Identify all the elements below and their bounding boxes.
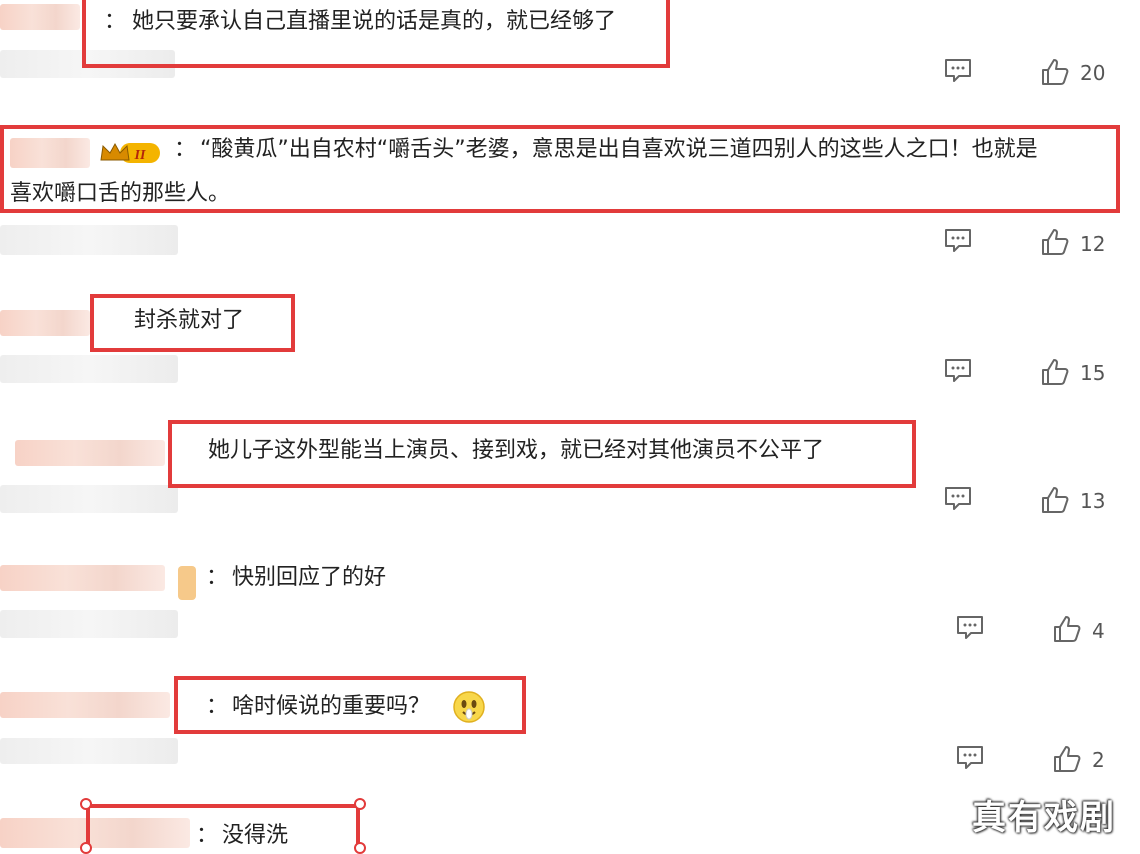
blurred-username [0,310,90,336]
watermark: 真有戏剧 [972,798,1116,838]
thumbs-up-icon[interactable] [1040,357,1070,387]
selection-handle[interactable] [354,798,366,810]
blurred-username [0,565,165,591]
comment-text: ：她只要承认自己直播里说的话是真的，就已经够了 [104,9,617,34]
blurred-timestamp [0,610,178,638]
blurred-timestamp [0,225,178,255]
thumbs-up-icon[interactable] [1052,744,1082,774]
reply-icon[interactable] [943,485,973,513]
blurred-timestamp [0,485,178,513]
comment-text: ：啥时候说的重要吗？ [206,694,431,719]
thumbs-up-icon[interactable] [1040,485,1070,515]
blurred-timestamp [0,355,178,383]
thumbs-up-icon[interactable] [1040,57,1070,87]
like-count: 12 [1080,232,1106,256]
like-count: 20 [1080,61,1106,85]
reply-icon[interactable] [943,227,973,255]
reply-icon[interactable] [943,57,973,85]
like-count: 13 [1080,489,1106,513]
selection-handle[interactable] [354,842,366,854]
blurred-username [15,440,165,466]
comment-text: ：没得洗 [196,823,289,848]
reply-icon[interactable] [943,357,973,385]
avatar [178,566,196,600]
like-count: 4 [1092,619,1105,643]
thumbs-up-icon[interactable] [1040,227,1070,257]
comment-text: ：快别回应了的好 [206,565,387,590]
like-count: 15 [1080,361,1106,385]
comment-text: 她儿子这外型能当上演员、接到戏，就已经对其他演员不公平了 [208,438,825,463]
selection-handle[interactable] [80,842,92,854]
like-count: 2 [1092,748,1105,772]
blurred-username [0,692,170,718]
comment-text-line2: 喜欢嚼口舌的那些人。 [10,181,231,206]
reply-icon[interactable] [955,744,985,772]
reply-icon[interactable] [955,614,985,642]
selection-handle[interactable] [80,798,92,810]
blurred-username [0,4,80,30]
blurred-timestamp [0,738,178,764]
comment-text: 封杀就对了 [134,308,245,333]
thumbs-up-icon[interactable] [1052,614,1082,644]
emoji-icon [453,691,485,723]
comment-text-line1: ： “酸黄瓜”出自农村“嚼舌头”老婆，意思是出自喜欢说三道四别人的这些人之口！也就… [174,137,1038,162]
